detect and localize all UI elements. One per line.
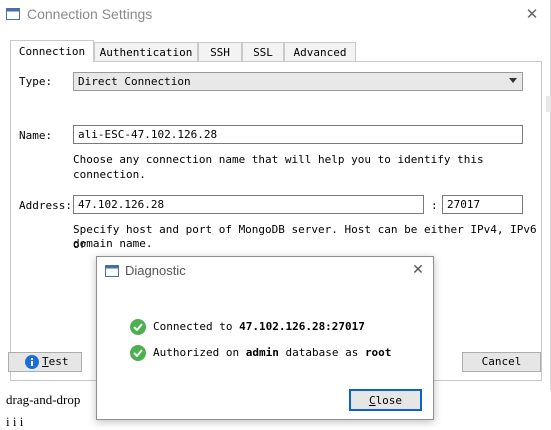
connected-status: Connected to 47.102.126.28:27017 — [153, 319, 365, 335]
close-mnemonic: C — [368, 394, 376, 407]
authorized-db: admin — [245, 346, 279, 359]
titlebar: Connection Settings ✕ — [0, 0, 551, 30]
connected-prefix: Connected to — [153, 320, 240, 333]
check-circle-icon — [130, 319, 146, 335]
close-icon[interactable]: ✕ — [409, 261, 427, 279]
scrollbar-fragment — [546, 96, 551, 112]
tab-ssl[interactable]: SSL — [242, 42, 284, 61]
name-input[interactable]: ali-ESC-47.102.126.28 — [73, 125, 523, 144]
connected-address: 47.102.126.28:27017 — [239, 320, 365, 333]
close-label: lose — [375, 394, 403, 407]
port-input[interactable]: 27017 — [442, 195, 523, 214]
authorized-prefix: Authorized on — [153, 346, 246, 359]
window-icon — [6, 8, 20, 20]
close-icon[interactable]: ✕ — [522, 4, 542, 24]
test-mnemonic: T — [42, 355, 49, 368]
tab-label: Connection — [18, 45, 86, 58]
background-text: i i i — [6, 414, 24, 429]
chevron-down-icon — [509, 78, 517, 83]
cancel-button[interactable]: Cancel — [462, 352, 541, 372]
type-dropdown[interactable]: Direct Connection — [73, 72, 523, 91]
info-icon — [25, 355, 39, 369]
diagnostic-dialog: Diagnostic ✕ Connected to 47.102.126.28:… — [96, 256, 434, 420]
tab-ssh[interactable]: SSH — [198, 42, 242, 61]
authorized-status: Authorized on admin database as root — [153, 345, 391, 361]
dialog-titlebar: Diagnostic ✕ — [97, 257, 433, 285]
tab-connection[interactable]: Connection — [10, 40, 94, 62]
tab-label: Authentication — [99, 46, 193, 59]
name-label: Name: — [19, 129, 53, 142]
close-button[interactable]: Close — [349, 389, 422, 411]
name-hint: Choose any connection name that will hel… — [73, 153, 484, 181]
check-circle-icon — [130, 345, 146, 361]
type-value: Direct Connection — [78, 75, 191, 88]
authorized-user: root — [364, 346, 392, 359]
tab-label: Advanced — [293, 46, 347, 59]
tab-advanced[interactable]: Advanced — [284, 42, 356, 61]
background-text: drag-and-drop — [6, 392, 81, 407]
address-hint-line2: domain name. — [73, 237, 153, 250]
test-button[interactable]: Test — [8, 352, 82, 372]
tab-label: SSH — [210, 46, 230, 59]
window-title: Connection Settings — [27, 6, 153, 22]
address-label: Address: — [19, 199, 72, 212]
tab-authentication[interactable]: Authentication — [94, 42, 198, 61]
tab-label: SSL — [253, 46, 273, 59]
dialog-title: Diagnostic — [125, 263, 186, 278]
type-label: Type: — [19, 75, 53, 88]
test-label: est — [48, 355, 69, 368]
window-icon — [105, 265, 119, 277]
port-separator: : — [431, 199, 438, 212]
host-input[interactable]: 47.102.126.28 — [73, 195, 424, 214]
authorized-mid: database as — [278, 346, 365, 359]
